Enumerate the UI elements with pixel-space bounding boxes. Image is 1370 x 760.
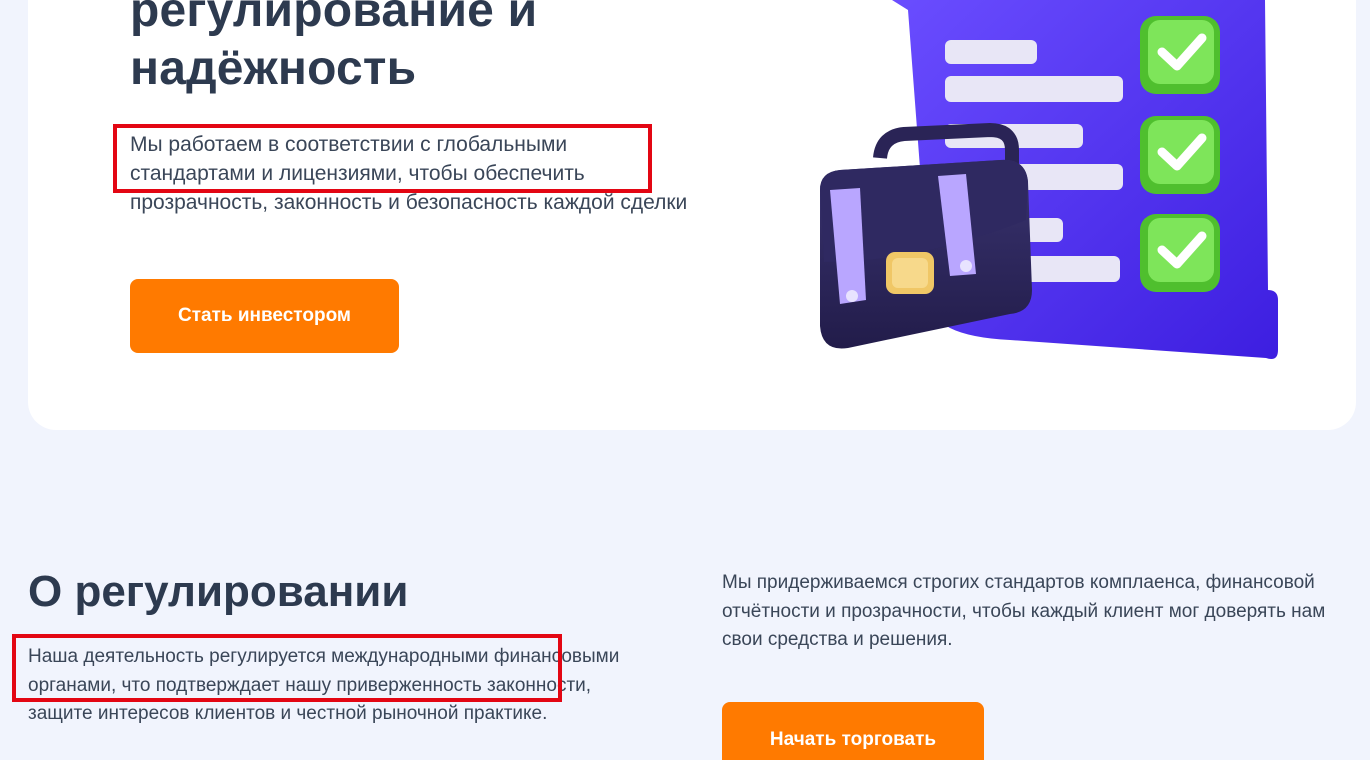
section-title: О регулировании: [28, 567, 409, 616]
hero-title-line-1: регулирование и: [130, 0, 538, 37]
become-investor-button[interactable]: Стать инвестором: [130, 279, 399, 353]
regulation-right-text: Мы придерживаемся строгих стандартов ком…: [722, 572, 1326, 650]
start-trading-button[interactable]: Начать торговать: [722, 702, 984, 760]
page: регулирование и надёжность Мы работаем в…: [0, 0, 1370, 760]
regulation-left-text: Наша деятельность регулируется междунаро…: [28, 646, 620, 724]
hero-description: Мы работаем в соответствии с глобальными…: [130, 133, 688, 214]
hero-title-line-2: надёжность: [130, 42, 417, 95]
hero-title: регулирование и надёжность: [130, 0, 537, 98]
briefcase-checklist-icon: [800, 0, 1290, 370]
